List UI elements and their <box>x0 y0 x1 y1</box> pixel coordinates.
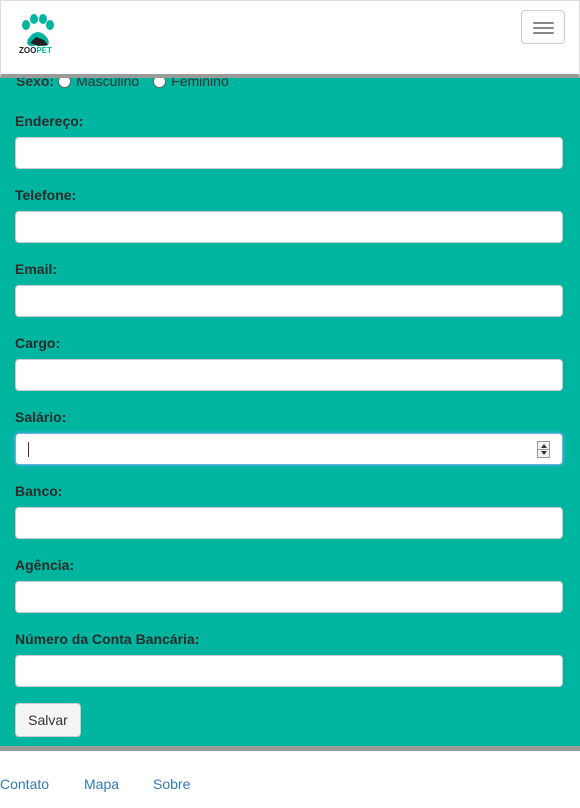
email-label: Email: <box>15 261 58 277</box>
conta-label: Número da Conta Bancária: <box>15 631 200 647</box>
banco-label: Banco: <box>15 483 63 499</box>
banco-input[interactable] <box>15 507 563 539</box>
footer-link-sobre[interactable]: Sobre <box>153 776 190 792</box>
salario-label: Salário: <box>15 409 67 425</box>
telefone-input[interactable] <box>15 211 563 243</box>
save-button[interactable]: Salvar <box>15 703 81 737</box>
number-spinner[interactable] <box>537 441 550 458</box>
cargo-label: Cargo: <box>15 335 61 351</box>
salario-input[interactable] <box>15 433 563 465</box>
spinner-down-icon[interactable] <box>541 451 547 455</box>
agencia-label: Agência: <box>15 557 75 573</box>
agencia-input[interactable] <box>15 581 563 613</box>
footer-link-mapa[interactable]: Mapa <box>84 776 119 792</box>
telefone-label: Telefone: <box>15 187 77 203</box>
employee-form: Sexo: Masculino Feminino Endereço: Telef… <box>0 0 580 746</box>
text-caret <box>28 442 29 457</box>
footer: Contato Mapa Sobre <box>0 746 580 808</box>
endereco-input[interactable] <box>15 137 563 169</box>
hamburger-icon <box>533 22 554 24</box>
navbar: ZOOPET <box>0 0 580 78</box>
endereco-label: Endereço: <box>15 113 84 129</box>
spinner-up-icon[interactable] <box>541 444 547 448</box>
email-input[interactable] <box>15 285 563 317</box>
footer-link-contato[interactable]: Contato <box>0 776 49 792</box>
conta-input[interactable] <box>15 655 563 687</box>
cargo-input[interactable] <box>15 359 563 391</box>
menu-toggle-button[interactable] <box>521 10 565 44</box>
logo-text: ZOOPET <box>19 46 52 55</box>
